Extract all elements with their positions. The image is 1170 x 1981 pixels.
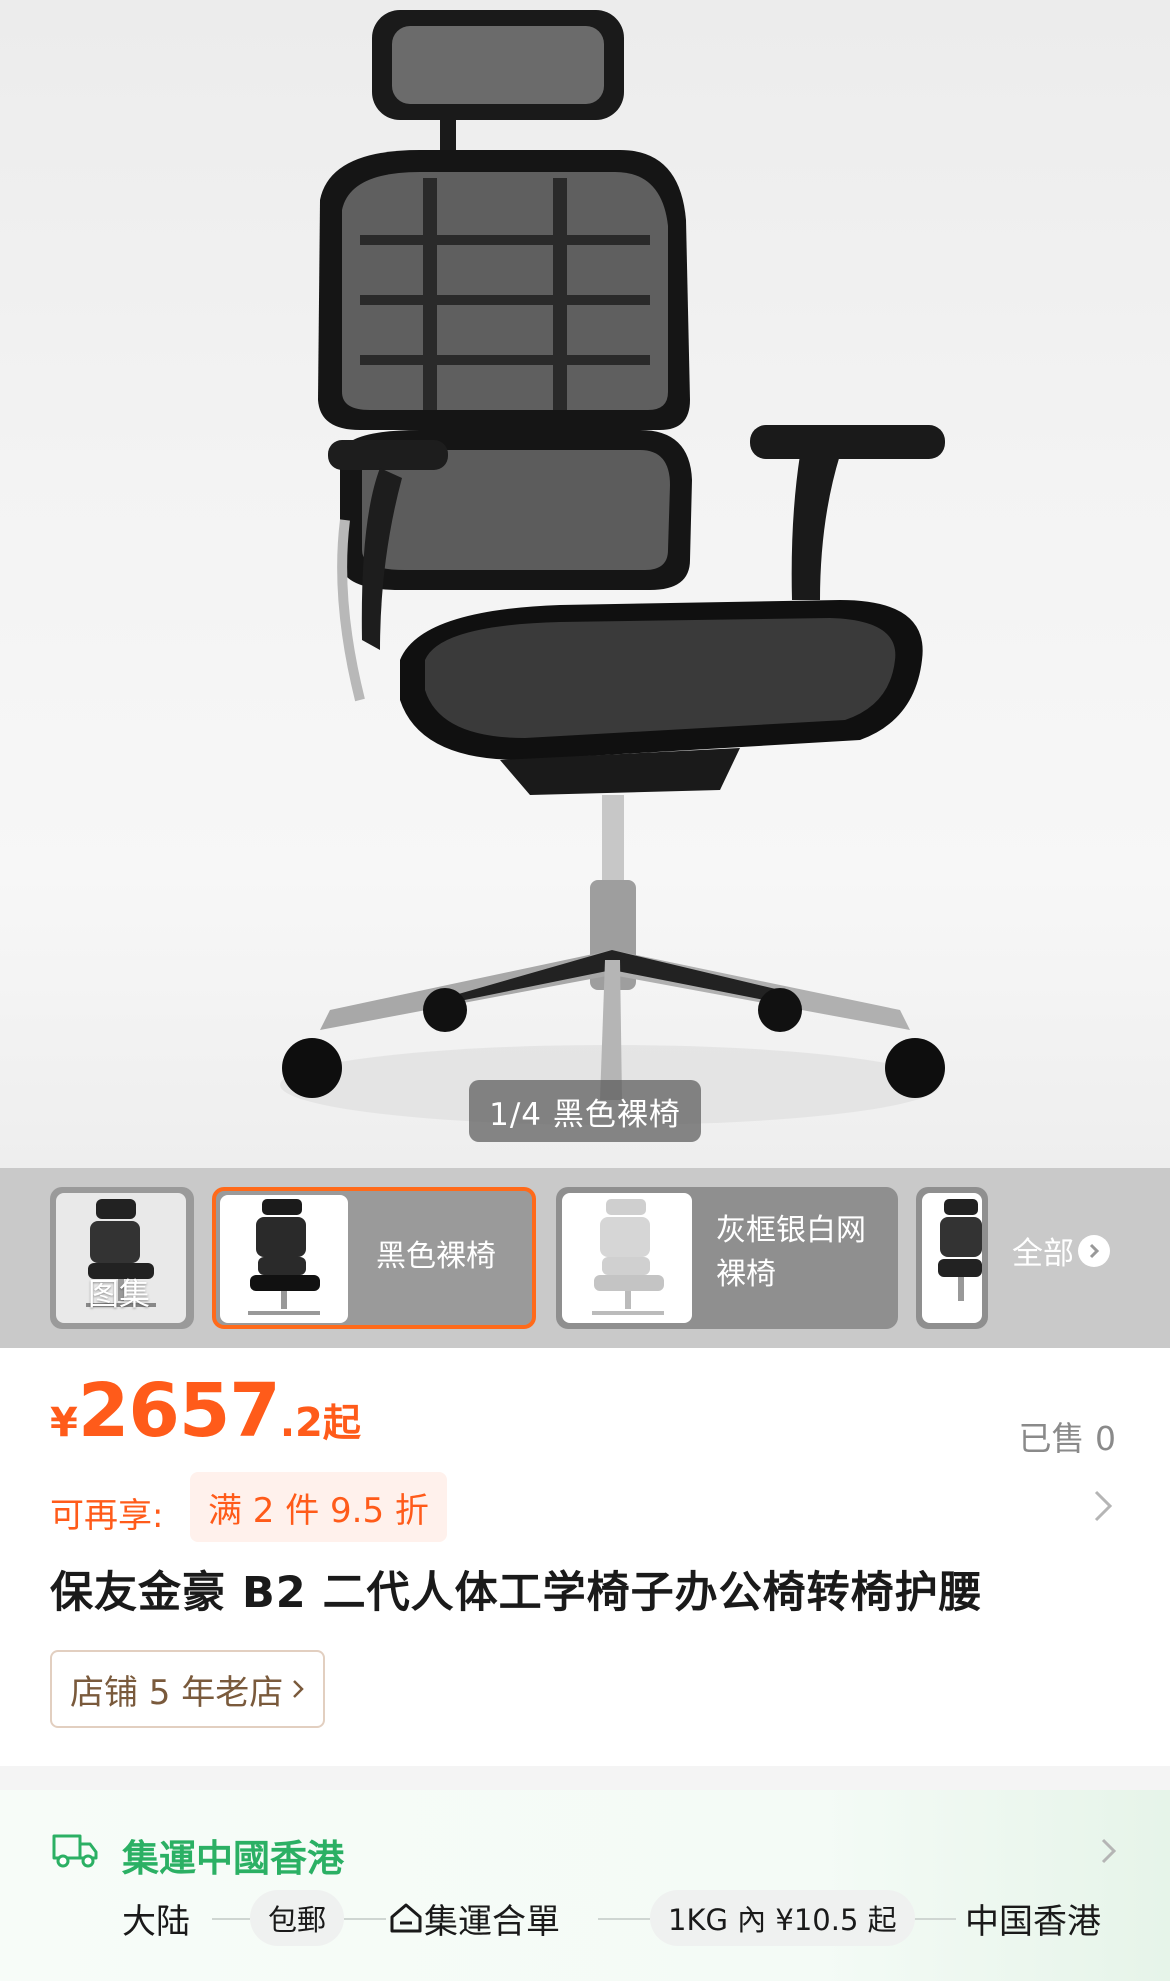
- section-divider: [0, 1766, 1170, 1790]
- image-page-indicator: 1/4 黑色裸椅: [469, 1080, 701, 1142]
- thumb-grey-silver-chair[interactable]: 灰框银白网裸椅: [556, 1187, 898, 1329]
- route-consolidation: 集運合單: [388, 1890, 560, 1946]
- thumb-label: 图集: [88, 1277, 150, 1313]
- price-integer: 2657: [77, 1368, 281, 1454]
- route-consolidation-label: 集運合單: [424, 1901, 560, 1942]
- chevron-right-icon[interactable]: [1086, 1486, 1120, 1526]
- route-origin: 大陆: [122, 1901, 190, 1942]
- promo-label: 可再享:: [50, 1496, 164, 1536]
- thumb-black-chair-selected[interactable]: 黑色裸椅: [212, 1187, 536, 1329]
- more-chair-thumbnail-image: [922, 1193, 982, 1323]
- product-title: 保友金豪 B2 二代人体工学椅子办公椅转椅护腰: [50, 1568, 983, 1618]
- route-rate-pill: 1KG 內 ¥10.5 起: [650, 1890, 915, 1946]
- route-free-shipping-pill: 包郵: [250, 1890, 345, 1946]
- grey-chair-thumbnail-image: [562, 1193, 692, 1323]
- black-chair-thumbnail-image: [220, 1195, 348, 1323]
- store-badge-label: 店铺 5 年老店: [70, 1672, 284, 1713]
- price-decimal: .2: [279, 1400, 323, 1446]
- view-all-variants-button[interactable]: 全部: [1012, 1228, 1110, 1273]
- shipping-route: 大陆 包郵 集運合單 1KG 內 ¥10.5 起 中国香港: [0, 1890, 1170, 1946]
- product-image-carousel[interactable]: 1/4 黑色裸椅: [0, 0, 1170, 1168]
- route-destination: 中国香港: [965, 1901, 1101, 1942]
- price-currency: ¥: [50, 1400, 78, 1446]
- thumb-label: 黑色裸椅: [376, 1239, 496, 1274]
- office-chair-image: [280, 10, 945, 1125]
- shipping-section[interactable]: 集運中國香港 大陆 包郵 集運合單 1KG 內 ¥10.5 起 中国香港: [0, 1790, 1170, 1981]
- route-connector: [344, 1918, 386, 1920]
- shipping-title: 集運中國香港: [122, 1837, 344, 1880]
- sold-count: 已售 0: [1018, 1419, 1117, 1458]
- chevron-right-icon[interactable]: [1098, 1836, 1120, 1866]
- thumb-label: 灰框银白网裸椅: [716, 1213, 866, 1292]
- thumb-gallery[interactable]: 图集: [50, 1187, 194, 1329]
- store-age-badge[interactable]: 店铺 5 年老店: [50, 1650, 326, 1728]
- promo-discount-tag[interactable]: 满 2 件 9.5 折: [190, 1472, 447, 1542]
- product-info-section: ¥ 2657 .2 起 已售 0 可再享: 满 2 件 9.5 折 保友金豪 B…: [0, 1348, 1170, 1766]
- warehouse-icon: [390, 1903, 422, 1933]
- thumb-more-variant[interactable]: [916, 1187, 988, 1329]
- price: ¥ 2657 .2 起: [50, 1368, 361, 1454]
- all-label: 全部: [1012, 1236, 1074, 1272]
- route-connector: [598, 1918, 650, 1920]
- variant-thumbnail-strip[interactable]: 图集 黑色裸椅 灰框银白网裸椅 全部: [0, 1168, 1170, 1348]
- truck-icon: [52, 1834, 98, 1868]
- chevron-right-icon: [1078, 1234, 1110, 1267]
- chevron-right-icon: [293, 1680, 305, 1698]
- route-connector: [212, 1918, 250, 1920]
- price-suffix: 起: [322, 1401, 361, 1445]
